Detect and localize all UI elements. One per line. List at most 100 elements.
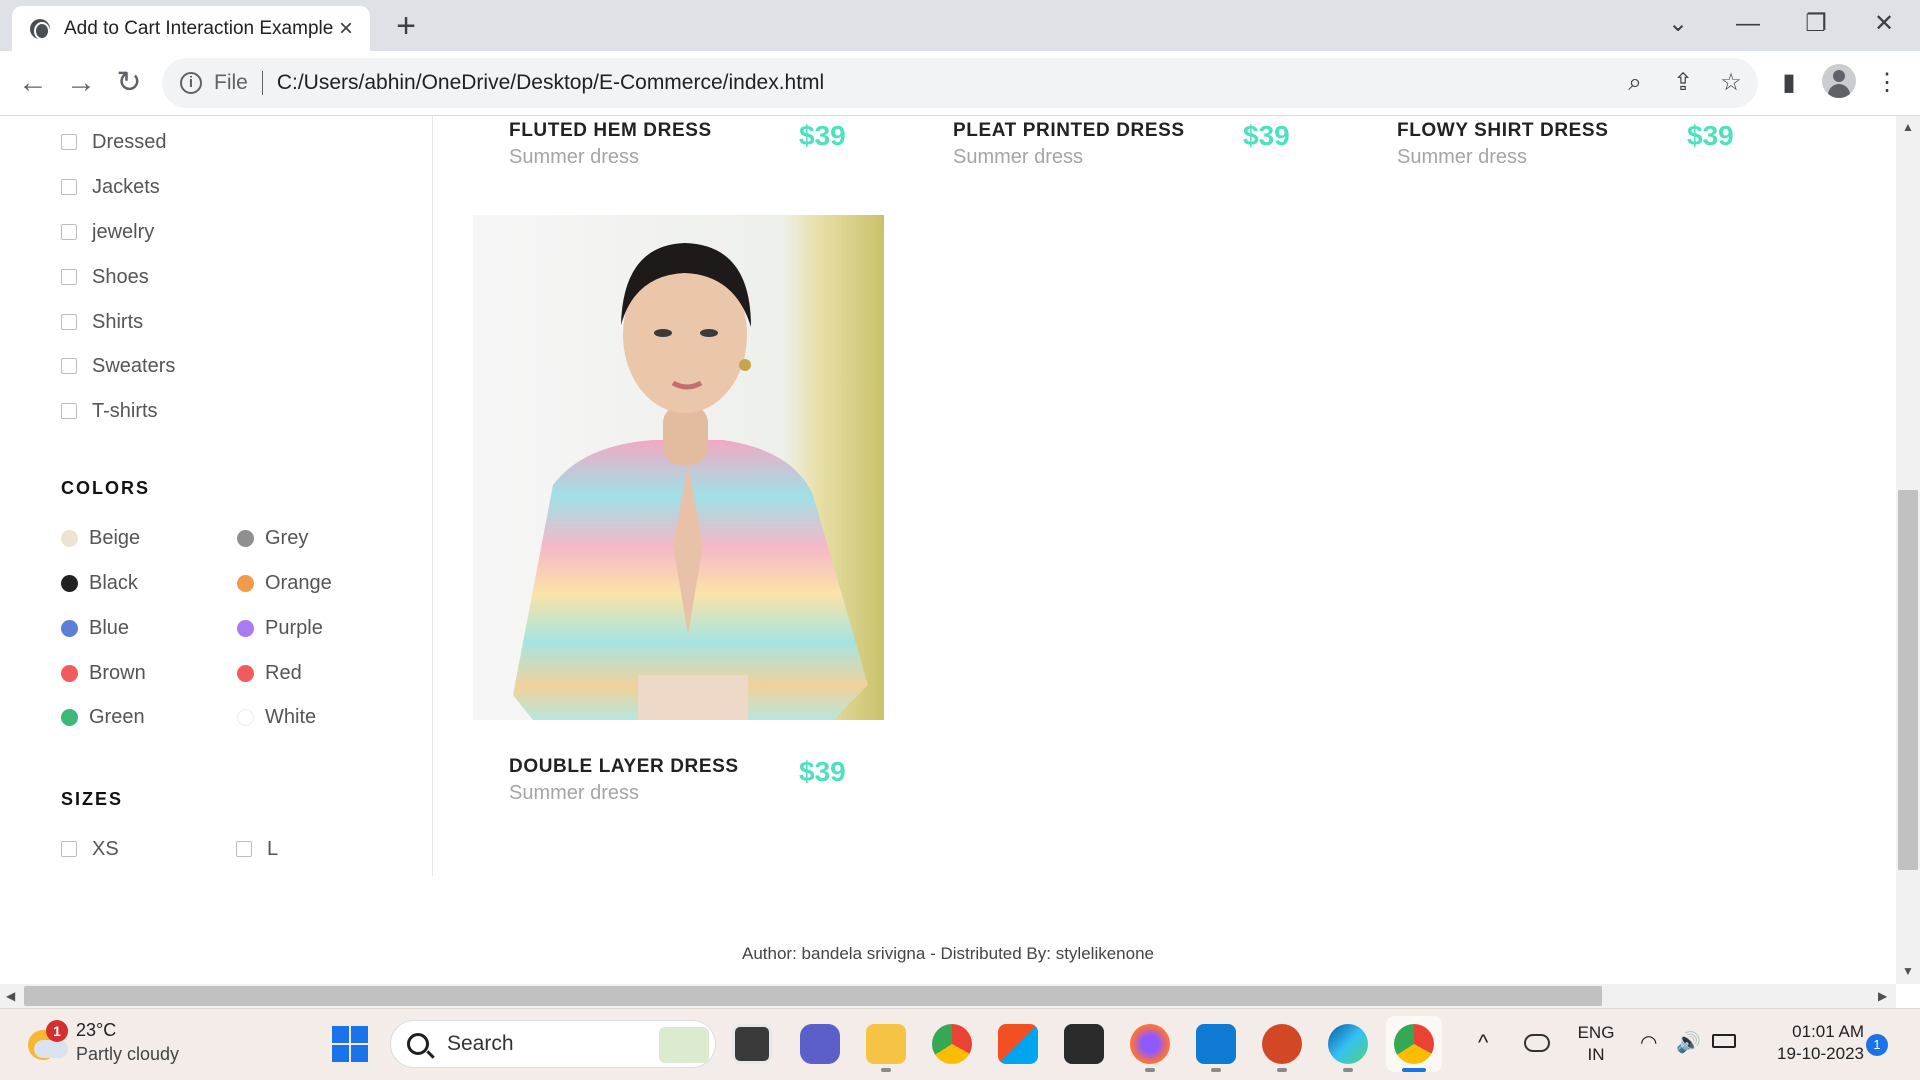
teams-chat-icon[interactable] [800, 1024, 840, 1064]
product-name[interactable]: FLOWY SHIRT DRESS [1397, 120, 1737, 142]
category-item[interactable]: jewelry [61, 217, 321, 247]
restore-button[interactable]: ❐ [1794, 8, 1838, 40]
windows-start-icon[interactable] [332, 1026, 368, 1062]
horizontal-scroll-thumb[interactable] [24, 986, 1602, 1006]
product-card[interactable]: FLOWY SHIRT DRESS Summer dress $39 [1397, 120, 1737, 169]
category-item[interactable]: Dressed [61, 127, 321, 157]
category-item[interactable]: Jackets [61, 172, 321, 202]
scroll-right-arrow-icon[interactable]: ▶ [1878, 989, 1887, 1003]
forward-icon[interactable]: → [60, 62, 102, 104]
product-name[interactable]: PLEAT PRINTED DRESS [953, 120, 1293, 142]
volume-icon[interactable]: 🔊 [1676, 1030, 1701, 1055]
info-icon[interactable]: i [180, 72, 202, 94]
size-option-xs[interactable]: XS [61, 834, 119, 864]
category-item[interactable]: Sweaters [61, 351, 321, 381]
vscode-icon[interactable] [1196, 1024, 1236, 1064]
address-bar[interactable]: i File C:/Users/abhin/OneDrive/Desktop/E… [162, 58, 1758, 108]
checkbox[interactable] [61, 358, 77, 374]
url-text[interactable]: C:/Users/abhin/OneDrive/Desktop/E-Commer… [277, 71, 824, 95]
vertical-scroll-thumb[interactable] [1898, 490, 1918, 870]
color-option-brown[interactable]: Brown [61, 658, 146, 688]
chrome-icon[interactable] [1394, 1024, 1434, 1064]
weather-badge: 1 [46, 1020, 68, 1042]
color-label: Black [89, 571, 138, 594]
checkbox[interactable] [61, 314, 77, 330]
clock[interactable]: 01:01 AM 19-10-2023 [1756, 1021, 1864, 1065]
size-option-l[interactable]: L [236, 834, 278, 864]
product-subtitle: Summer dress [509, 146, 640, 168]
taskbar-search[interactable]: Search [390, 1020, 716, 1068]
color-swatch [237, 619, 254, 637]
active-indicator [1402, 1068, 1426, 1072]
color-option-beige[interactable]: Beige [61, 523, 140, 553]
weather-icon[interactable]: 1 [24, 1020, 68, 1060]
firefox-icon[interactable] [1130, 1024, 1170, 1064]
tab-search-icon[interactable]: ⌄ [1656, 8, 1700, 40]
browser-tab[interactable]: Add to Cart Interaction Example × [12, 6, 370, 51]
weather-desc[interactable]: Partly cloudy [76, 1044, 179, 1065]
reload-icon[interactable]: ↻ [108, 62, 150, 104]
chrome-profile-icon[interactable] [932, 1024, 972, 1064]
category-label: Sweaters [92, 354, 176, 377]
product-card[interactable]: DOUBLE LAYER DRESS Summer dress $39 [509, 756, 849, 805]
zoom-icon[interactable]: ⌕ [1618, 66, 1652, 100]
battery-icon[interactable] [1712, 1034, 1736, 1048]
scroll-down-arrow-icon[interactable]: ▼ [1902, 964, 1914, 978]
minimize-button[interactable]: — [1726, 8, 1770, 40]
side-panel-icon[interactable]: ▮ [1772, 66, 1806, 100]
microsoft-store-icon[interactable] [998, 1024, 1038, 1064]
scroll-left-arrow-icon[interactable]: ◀ [6, 989, 15, 1003]
checkbox[interactable] [61, 841, 77, 857]
menu-kebab-icon[interactable]: ⋮ [1870, 66, 1904, 100]
task-view-icon[interactable] [732, 1024, 772, 1064]
share-icon[interactable]: ⇪ [1666, 66, 1700, 100]
color-swatch [61, 708, 78, 726]
wifi-icon[interactable]: ◠ [1640, 1030, 1657, 1055]
checkbox[interactable] [61, 269, 77, 285]
file-explorer-icon[interactable] [866, 1024, 906, 1064]
onedrive-icon[interactable] [1524, 1034, 1550, 1052]
product-card[interactable]: FLUTED HEM DRESS Summer dress $39 [509, 120, 849, 169]
color-option-white[interactable]: White [237, 702, 316, 732]
color-option-grey[interactable]: Grey [237, 523, 308, 553]
checkbox[interactable] [61, 224, 77, 240]
running-indicator [1343, 1068, 1353, 1072]
color-option-green[interactable]: Green [61, 702, 145, 732]
product-name[interactable]: DOUBLE LAYER DRESS [509, 756, 849, 778]
color-swatch [237, 664, 254, 682]
category-item[interactable]: Shirts [61, 307, 321, 337]
color-option-orange[interactable]: Orange [237, 568, 332, 598]
category-item[interactable]: T-shirts [61, 396, 321, 426]
weather-temp[interactable]: 23°C [76, 1020, 116, 1041]
profile-avatar-icon[interactable] [1822, 64, 1856, 98]
color-swatch [237, 574, 254, 592]
color-swatch [61, 529, 78, 547]
product-name[interactable]: FLUTED HEM DRESS [509, 120, 849, 142]
color-option-red[interactable]: Red [237, 658, 302, 688]
back-icon[interactable]: ← [12, 62, 54, 104]
powerpoint-icon[interactable] [1262, 1024, 1302, 1064]
checkbox[interactable] [61, 179, 77, 195]
checkbox[interactable] [61, 134, 77, 150]
checkbox[interactable] [236, 841, 252, 857]
running-indicator [1211, 1068, 1221, 1072]
color-option-blue[interactable]: Blue [61, 613, 129, 643]
terminal-icon[interactable] [1064, 1024, 1104, 1064]
category-item[interactable]: Shoes [61, 262, 321, 292]
bookmark-star-icon[interactable]: ☆ [1714, 66, 1748, 100]
edge-icon[interactable] [1328, 1024, 1368, 1064]
close-window-button[interactable]: ✕ [1862, 8, 1906, 40]
color-option-black[interactable]: Black [61, 568, 138, 598]
close-tab-icon[interactable]: × [334, 15, 358, 43]
product-card[interactable]: PLEAT PRINTED DRESS Summer dress $39 [953, 120, 1293, 169]
colors-heading: COLORS [61, 478, 151, 498]
color-option-purple[interactable]: Purple [237, 613, 323, 643]
language-indicator[interactable]: ENG IN [1570, 1022, 1622, 1066]
notification-badge[interactable]: 1 [1866, 1034, 1888, 1056]
new-tab-button[interactable]: + [388, 8, 424, 44]
chevron-up-icon[interactable]: ^ [1478, 1030, 1488, 1056]
checkbox[interactable] [61, 403, 77, 419]
color-label: Beige [89, 526, 141, 549]
product-image[interactable] [473, 215, 884, 720]
scroll-up-arrow-icon[interactable]: ▲ [1902, 120, 1914, 134]
